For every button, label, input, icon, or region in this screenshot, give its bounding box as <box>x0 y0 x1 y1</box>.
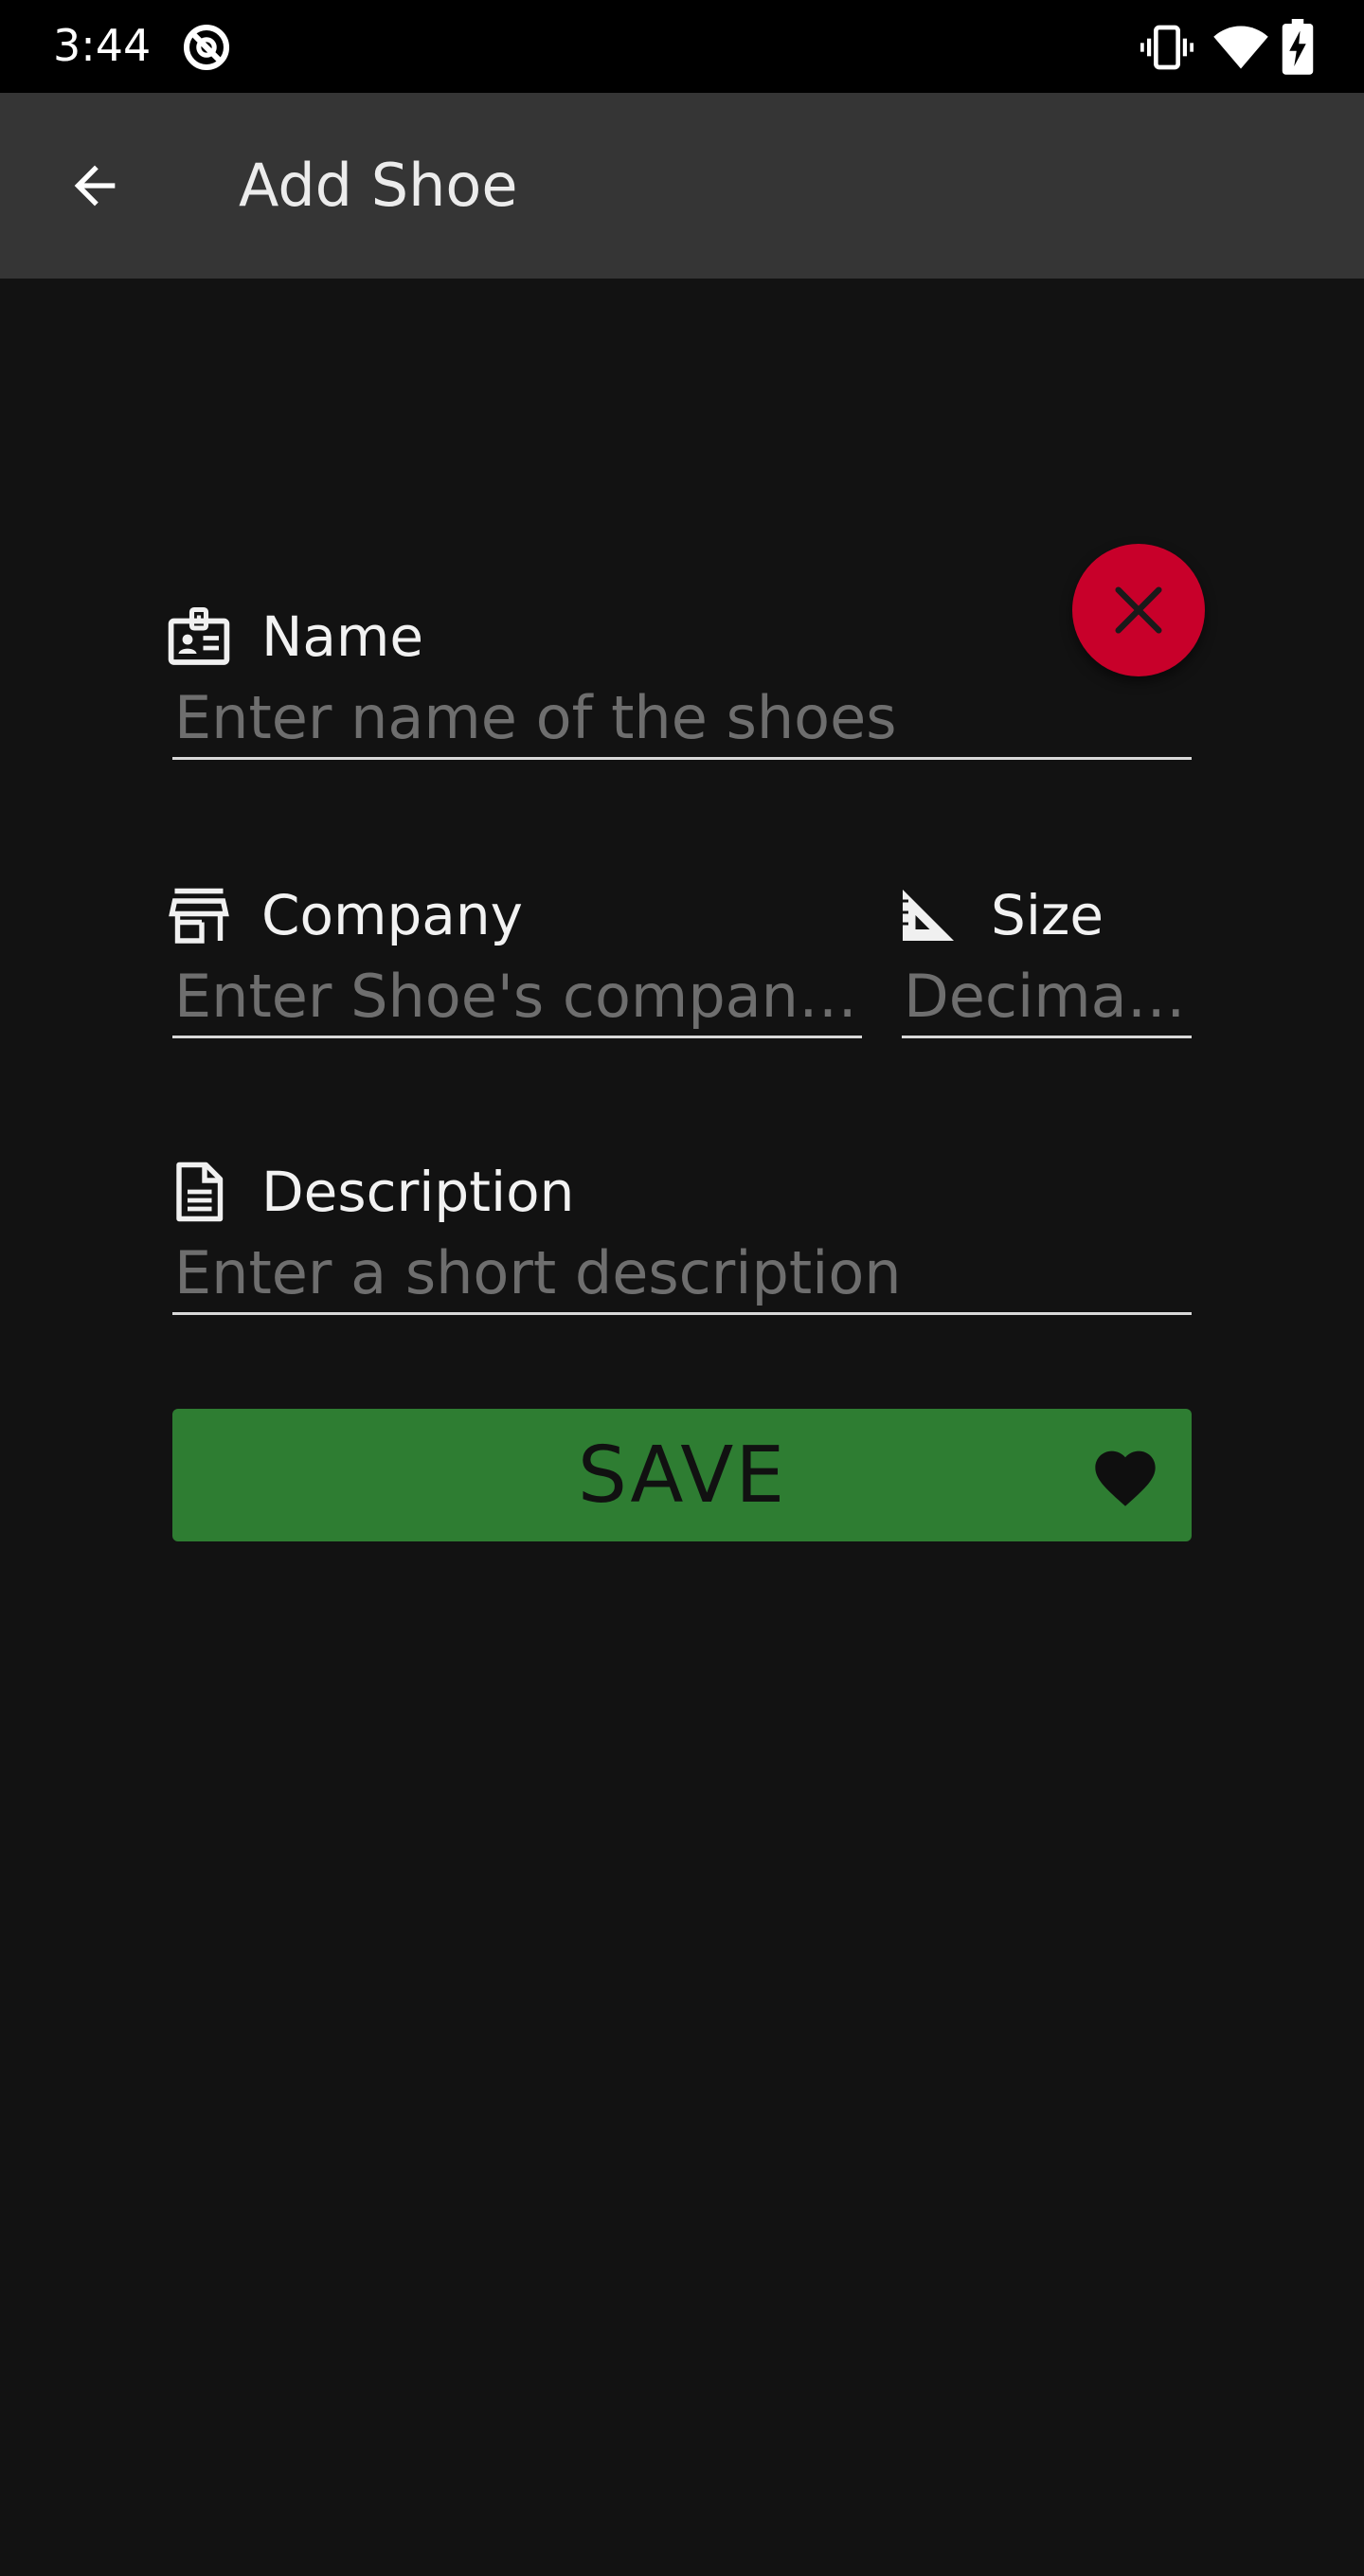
company-input[interactable] <box>172 957 862 1038</box>
back-button[interactable] <box>47 138 142 233</box>
name-input[interactable] <box>172 678 1192 760</box>
description-label-row: Description <box>165 1158 574 1226</box>
status-bar: 3:44 <box>0 0 1364 93</box>
company-label: Company <box>261 883 523 947</box>
cancel-button[interactable] <box>1072 544 1205 676</box>
size-input[interactable] <box>902 957 1192 1038</box>
app-notification-icon <box>183 24 230 71</box>
name-label: Name <box>261 604 424 669</box>
name-label-row: Name <box>165 603 423 671</box>
arrow-back-icon <box>74 165 116 207</box>
battery-charging-icon <box>1282 19 1314 75</box>
badge-icon <box>168 606 230 665</box>
description-label: Description <box>261 1160 575 1224</box>
ruler-triangle-icon <box>903 890 954 941</box>
save-button-label: SAVE <box>577 1430 787 1521</box>
save-button[interactable]: SAVE <box>172 1409 1192 1541</box>
vibrate-icon <box>1140 25 1194 70</box>
company-label-row: Company <box>165 881 523 949</box>
store-icon <box>169 888 229 944</box>
app-bar: Add Shoe <box>0 93 1364 279</box>
close-icon <box>1115 586 1162 634</box>
size-label-row: Size <box>894 881 1104 949</box>
document-icon <box>176 1162 224 1222</box>
heart-icon <box>1095 1450 1156 1506</box>
status-time: 3:44 <box>53 20 152 71</box>
page-title: Add Shoe <box>239 151 518 220</box>
description-input[interactable] <box>172 1234 1192 1315</box>
wifi-icon <box>1213 26 1268 69</box>
size-label: Size <box>991 883 1104 947</box>
